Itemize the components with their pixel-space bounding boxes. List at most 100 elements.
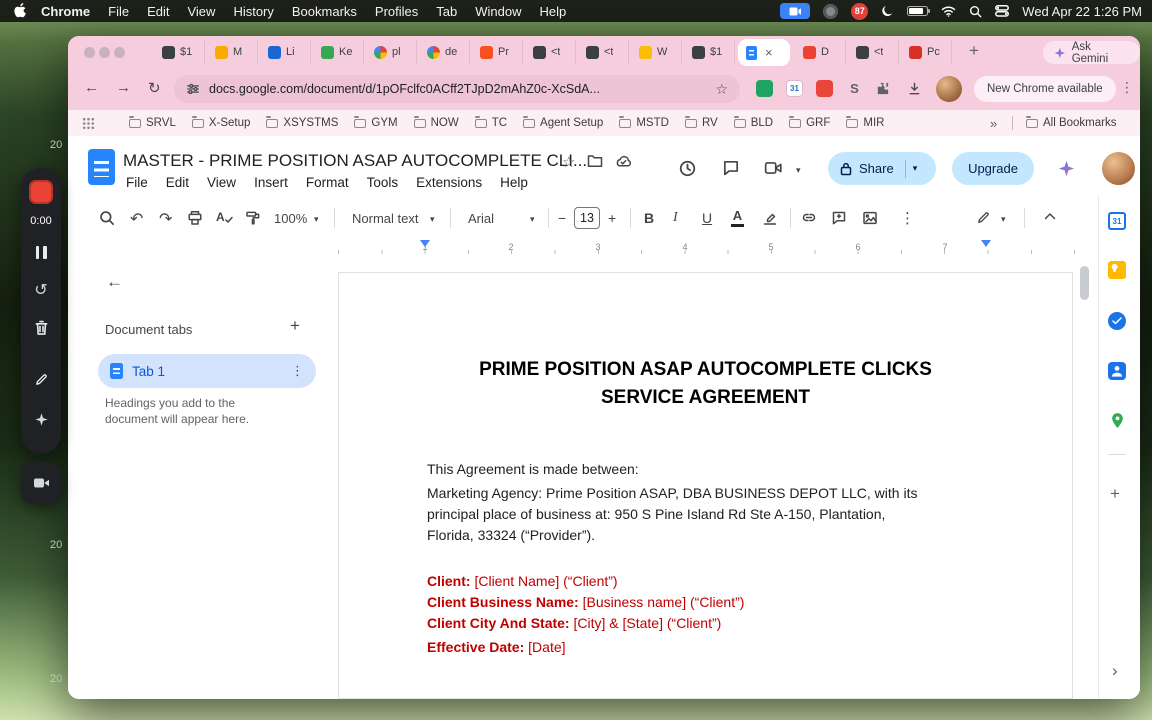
add-comment-icon[interactable]	[831, 210, 847, 226]
control-center-icon[interactable]	[995, 5, 1010, 17]
paint-format-icon[interactable]	[245, 210, 261, 226]
doc-paragraph-red[interactable]: Client City And State: [City] & [State] …	[427, 615, 721, 631]
menubar-clock[interactable]: Wed Apr 22 1:26 PM	[1022, 4, 1142, 19]
upgrade-button[interactable]: Upgrade	[952, 152, 1034, 185]
extension-icon-red[interactable]	[816, 80, 833, 97]
document-title[interactable]: MASTER - PRIME POSITION ASAP AUTOCOMPLET…	[123, 151, 587, 171]
browser-tab[interactable]: W	[632, 40, 682, 64]
redo-icon[interactable]: ↷	[159, 209, 172, 229]
back-icon[interactable]: ←	[84, 79, 99, 96]
forward-icon[interactable]: →	[116, 79, 131, 96]
zoom-select[interactable]: 100%	[274, 211, 307, 226]
share-caret-icon[interactable]: ▾	[913, 163, 918, 174]
reload-icon[interactable]: ↻	[148, 79, 161, 97]
style-caret-icon[interactable]: ▾	[430, 214, 435, 225]
browser-tab[interactable]: Pr	[473, 40, 523, 64]
camera-bubble-toggle[interactable]	[21, 462, 61, 504]
browser-tab[interactable]: Pc	[902, 40, 952, 64]
menubar-item-profiles[interactable]: Profiles	[366, 4, 427, 19]
browser-tab[interactable]: pl	[367, 40, 417, 64]
menubar-item-edit[interactable]: Edit	[138, 4, 178, 19]
version-history-icon[interactable]	[678, 159, 697, 178]
doc-paragraph-red[interactable]: Client: [Client Name] (“Client”)	[427, 573, 618, 589]
menubar-item-file[interactable]: File	[99, 4, 138, 19]
left-indent-marker[interactable]	[420, 240, 430, 247]
ask-gemini-button[interactable]: Ask Gemini	[1043, 41, 1140, 65]
insert-image-icon[interactable]	[862, 210, 878, 226]
browser-tab[interactable]: Ke	[314, 40, 364, 64]
doc-paragraph[interactable]: principal place of business at: 950 S Pi…	[427, 506, 885, 522]
browser-tab[interactable]: $1	[685, 40, 735, 64]
browser-tab[interactable]: de	[420, 40, 470, 64]
extension-icon-s[interactable]: S	[846, 80, 863, 97]
underline-button[interactable]: U	[702, 210, 712, 226]
menubar-item-history[interactable]: History	[224, 4, 282, 19]
browser-tab[interactable]: $1	[155, 40, 205, 64]
search-menus-icon[interactable]	[99, 210, 115, 226]
menubar-item-view[interactable]: View	[178, 4, 224, 19]
comments-icon[interactable]	[722, 159, 740, 177]
collapse-toolbar-icon[interactable]	[1044, 212, 1056, 220]
bookmark-folder[interactable]: MSTD	[619, 116, 669, 129]
editing-mode-pen-icon[interactable]	[976, 210, 991, 225]
document-page[interactable]: PRIME POSITION ASAP AUTOCOMPLETE CLICKS …	[338, 272, 1073, 699]
bookmark-folder[interactable]: BLD	[733, 116, 773, 129]
bold-button[interactable]: B	[644, 210, 654, 226]
bookmark-folder[interactable]: GRF	[789, 116, 830, 129]
browser-tab[interactable]: Li	[261, 40, 311, 64]
battery-icon[interactable]	[907, 6, 931, 16]
cloud-status-icon[interactable]	[615, 154, 632, 172]
editing-mode-caret-icon[interactable]: ▾	[1001, 214, 1006, 225]
close-panel-back-icon[interactable]: ←	[106, 272, 123, 292]
move-folder-icon[interactable]	[587, 154, 603, 172]
doc-paragraph-red[interactable]: Client Business Name: [Business name] (“…	[427, 594, 744, 610]
docs-menu-help[interactable]: Help	[491, 175, 537, 190]
account-avatar[interactable]	[1102, 152, 1135, 185]
apple-icon[interactable]	[14, 3, 27, 19]
toolbar-more-kebab-icon[interactable]: ⋮	[900, 209, 915, 227]
star-document-icon[interactable]: ☆	[562, 153, 575, 171]
browser-tab[interactable]: M	[208, 40, 258, 64]
restart-recording-icon[interactable]: ↺	[21, 280, 61, 300]
spotlight-search-icon[interactable]	[969, 5, 982, 18]
pause-button[interactable]	[21, 246, 61, 259]
meet-video-icon[interactable]	[764, 160, 783, 176]
tab-close-icon[interactable]: ×	[765, 45, 773, 60]
tasks-icon[interactable]	[1108, 312, 1126, 330]
bookmark-folder[interactable]: GYM	[354, 116, 398, 129]
docs-menu-format[interactable]: Format	[297, 175, 358, 190]
doc-paragraph[interactable]: This Agreement is made between:	[427, 461, 639, 477]
bookmark-star-icon[interactable]: ☆	[715, 81, 728, 98]
doc-heading-line[interactable]: PRIME POSITION ASAP AUTOCOMPLETE CLICKS	[339, 359, 1072, 381]
window-close-button[interactable]	[84, 47, 95, 58]
window-minimize-button[interactable]	[99, 47, 110, 58]
doc-paragraph[interactable]: Marketing Agency: Prime Position ASAP, D…	[427, 485, 917, 501]
paragraph-style-select[interactable]: Normal text	[352, 211, 418, 226]
keep-icon[interactable]	[1108, 261, 1126, 279]
bookmark-folder[interactable]: TC	[474, 116, 507, 129]
bookmarks-overflow-icon[interactable]: »	[990, 116, 997, 131]
site-controls-icon[interactable]	[186, 82, 200, 96]
add-tab-button[interactable]: +	[290, 316, 300, 336]
extensions-puzzle-icon[interactable]	[874, 80, 891, 97]
menubar-item-window[interactable]: Window	[466, 4, 530, 19]
new-tab-button[interactable]: +	[962, 39, 986, 63]
font-caret-icon[interactable]: ▾	[530, 214, 535, 225]
active-tab-google-docs[interactable]: ×	[738, 39, 790, 66]
record-stop-button[interactable]	[29, 180, 53, 204]
bookmark-folder[interactable]: SRVL	[129, 116, 176, 129]
insert-link-icon[interactable]	[801, 210, 817, 226]
menubar-item-help[interactable]: Help	[531, 4, 576, 19]
browser-menu-kebab-icon[interactable]: ⋮	[1120, 79, 1134, 96]
browser-tab[interactable]: <t	[526, 40, 576, 64]
highlight-color-button[interactable]	[762, 210, 778, 226]
bookmark-folder[interactable]: XSYSTMS	[266, 116, 338, 129]
doc-heading-line[interactable]: SERVICE AGREEMENT	[339, 387, 1072, 409]
bookmark-folder[interactable]: Agent Setup	[523, 116, 603, 129]
docs-menu-extensions[interactable]: Extensions	[407, 175, 491, 190]
docs-menu-edit[interactable]: Edit	[157, 175, 198, 190]
share-button[interactable]: Share ▾	[828, 152, 936, 185]
new-chrome-available-button[interactable]: New Chrome available	[974, 76, 1116, 102]
italic-button[interactable]: I	[673, 210, 678, 226]
all-bookmarks-button[interactable]: All Bookmarks	[1026, 116, 1117, 129]
